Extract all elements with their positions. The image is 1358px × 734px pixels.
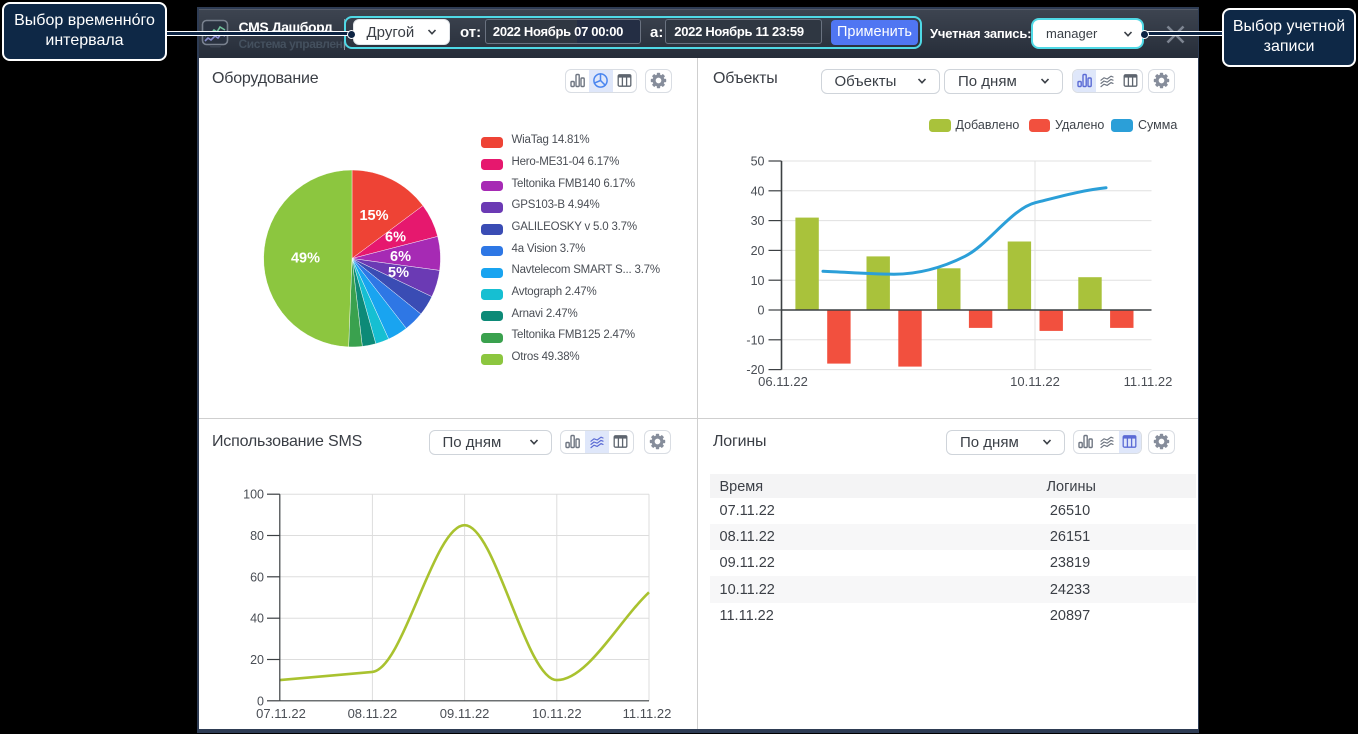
svg-text:60: 60 [250,570,264,584]
svg-text:6%: 6% [390,249,411,265]
svg-text:10.11.22: 10.11.22 [1010,374,1060,389]
svg-text:30: 30 [751,214,765,228]
svg-text:6%: 6% [385,229,406,245]
svg-text:40: 40 [751,184,765,198]
svg-text:11.11.22: 11.11.22 [1124,374,1173,389]
svg-text:11.11.22: 11.11.22 [623,706,672,721]
svg-text:20: 20 [751,244,765,258]
svg-text:0: 0 [758,304,765,318]
svg-text:09.11.22: 09.11.22 [440,706,490,721]
svg-text:06.11.22: 06.11.22 [758,374,808,389]
svg-text:07.11.22: 07.11.22 [256,706,306,721]
svg-text:10.11.22: 10.11.22 [532,706,582,721]
svg-text:08.11.22: 08.11.22 [348,706,398,721]
svg-text:49%: 49% [290,250,319,266]
svg-text:50: 50 [751,155,765,169]
svg-text:20: 20 [250,653,264,667]
svg-text:80: 80 [250,529,264,543]
svg-text:40: 40 [250,612,264,626]
svg-text:100: 100 [243,488,264,502]
svg-text:5%: 5% [388,265,409,281]
svg-text:10: 10 [751,274,765,288]
svg-text:15%: 15% [359,208,388,224]
svg-text:-10: -10 [746,333,764,347]
